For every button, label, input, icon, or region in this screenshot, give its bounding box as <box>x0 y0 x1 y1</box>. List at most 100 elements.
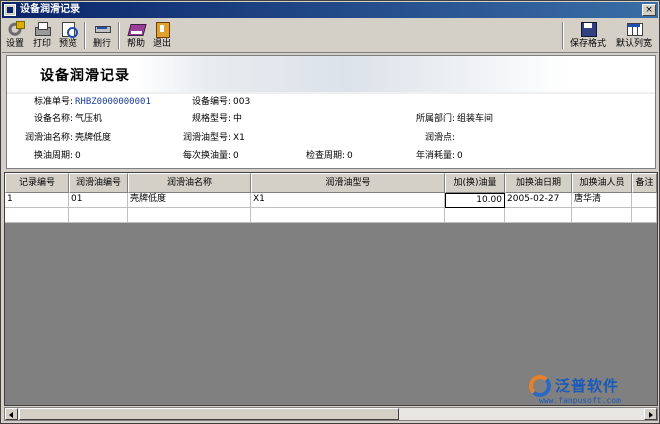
save-format-icon <box>580 21 597 37</box>
preview-icon <box>60 21 78 38</box>
grid-header-row: 记录编号 润滑油编号 润滑油名称 润滑油型号 加(换)油量 加换油日期 加换油人… <box>5 173 657 193</box>
equip-no-field: 设备编号: 003 <box>175 96 250 108</box>
equip-no-label: 设备编号: <box>191 97 231 107</box>
scroll-left-arrow-icon[interactable] <box>5 408 18 420</box>
spec-value: 中 <box>233 114 243 124</box>
logo-name: 泛普软件 <box>555 377 620 395</box>
save-format-button[interactable]: 保存格式 <box>566 20 610 51</box>
default-width-button[interactable]: 默认列宽 <box>612 20 656 51</box>
save-format-label: 保存格式 <box>569 39 606 49</box>
check-cycle-value: 0 <box>347 151 353 161</box>
col-header-change-date[interactable]: 加换油日期 <box>505 173 572 193</box>
cell-operator[interactable]: 唐华清 <box>572 193 632 208</box>
help-book-icon <box>128 21 144 36</box>
scroll-right-arrow-icon[interactable] <box>644 408 657 420</box>
settings-button[interactable]: 设置 <box>4 20 26 51</box>
cell-change-date[interactable] <box>505 208 572 223</box>
logo-url: www.fanpusoft.com <box>539 396 621 405</box>
dept-value: 组装车间 <box>457 114 494 124</box>
table-row[interactable]: 1 01 壳牌低度 X1 10.00 2005-02-27 唐华清 <box>5 193 657 208</box>
annual-field: 年消耗量: 0 <box>405 150 463 162</box>
cell-oil-no[interactable] <box>69 208 128 223</box>
scroll-thumb[interactable] <box>19 408 399 420</box>
cell-oil-name[interactable]: 壳牌低度 <box>128 193 251 208</box>
window-title: 设备润滑记录 <box>20 4 80 15</box>
record-header-panel: 设备润滑记录 标准单号: RHBZ0000000001 设备编号: 003 设备名称… <box>6 55 656 169</box>
detail-grid[interactable]: 记录编号 润滑油编号 润滑油名称 润滑油型号 加(换)油量 加换油日期 加换油人… <box>4 172 658 406</box>
help-button[interactable]: 帮助 <box>124 20 148 51</box>
exit-door-icon <box>154 21 170 38</box>
equip-name-label: 设备名称: <box>33 114 73 124</box>
table-row[interactable] <box>5 208 657 223</box>
col-header-operator[interactable]: 加换油人员 <box>572 173 632 193</box>
cell-oil-qty[interactable]: 10.00 <box>445 193 505 208</box>
each-qty-field: 每次换油量: 0 <box>169 150 239 162</box>
cycle-field: 换油周期: 0 <box>17 150 81 162</box>
oil-name-value: 壳牌低度 <box>75 133 112 143</box>
cell-oil-qty[interactable] <box>445 208 505 223</box>
spec-label: 规格型号: <box>191 114 231 124</box>
std-no-field: 标准单号: RHBZ0000000001 <box>17 96 151 108</box>
lube-point-label: 润滑点: <box>424 133 455 143</box>
settings-icon <box>7 21 25 36</box>
cell-change-date[interactable]: 2005-02-27 <box>505 193 572 208</box>
equip-name-field: 设备名称: 气压机 <box>17 113 102 125</box>
oil-model-label: 润滑油型号: <box>182 133 231 143</box>
print-button[interactable]: 打印 <box>30 20 54 51</box>
cell-remark[interactable] <box>632 193 657 208</box>
default-width-label: 默认列宽 <box>615 39 652 49</box>
title-bar[interactable]: 设备润滑记录 × <box>2 2 658 18</box>
cell-oil-model[interactable]: X1 <box>251 193 445 208</box>
delete-row-label: 删行 <box>92 39 111 49</box>
form-title: 设备润滑记录 <box>40 68 130 84</box>
logo-swirl-icon <box>529 375 551 397</box>
preview-label: 预览 <box>58 39 77 49</box>
lube-point-field: 润滑点: <box>415 132 457 144</box>
exit-label: 退出 <box>152 39 171 49</box>
cell-oil-no[interactable]: 01 <box>69 193 128 208</box>
close-button[interactable]: × <box>642 4 656 16</box>
preview-button[interactable]: 预览 <box>56 20 80 51</box>
exit-button[interactable]: 退出 <box>150 20 174 51</box>
col-header-remark[interactable]: 备注 <box>632 173 657 193</box>
col-header-oil-model[interactable]: 润滑油型号 <box>251 173 445 193</box>
toolbar-separator <box>84 22 86 49</box>
cell-remark[interactable] <box>632 208 657 223</box>
cell-oil-model[interactable] <box>251 208 445 223</box>
settings-label: 设置 <box>5 39 24 49</box>
help-label: 帮助 <box>126 39 145 49</box>
check-cycle-field: 检查周期: 0 <box>295 150 353 162</box>
col-header-oil-no[interactable]: 润滑油编号 <box>69 173 128 193</box>
toolbar: 设置 打印 预览 删行 帮助 退出 保存格式 默认列宽 <box>2 19 658 53</box>
app-window: 设备润滑记录 × 设置 打印 预览 删行 帮助 退出 保存格式 默认列宽 设备润… <box>0 0 660 424</box>
app-icon <box>4 4 16 16</box>
print-label: 打印 <box>32 39 51 49</box>
toolbar-separator <box>118 22 120 49</box>
delete-row-button[interactable]: 删行 <box>90 20 114 51</box>
equip-name-value: 气压机 <box>75 114 103 124</box>
each-qty-value: 0 <box>233 151 239 161</box>
spec-field: 规格型号: 中 <box>175 113 242 125</box>
cycle-value: 0 <box>75 151 81 161</box>
cell-operator[interactable] <box>572 208 632 223</box>
oil-model-field: 润滑油型号: X1 <box>169 132 245 144</box>
printer-icon <box>34 21 51 36</box>
delete-row-icon <box>94 21 111 36</box>
col-header-oil-qty[interactable]: 加(换)油量 <box>445 173 505 193</box>
col-header-oil-name[interactable]: 润滑油名称 <box>128 173 251 193</box>
oil-name-label: 润滑油名称: <box>24 133 73 143</box>
oil-model-value: X1 <box>233 133 245 143</box>
cell-record-no[interactable] <box>5 208 69 223</box>
cell-record-no[interactable]: 1 <box>5 193 69 208</box>
title-banner: 设备润滑记录 <box>7 56 655 94</box>
annual-value: 0 <box>457 151 463 161</box>
std-no-label: 标准单号: <box>33 97 73 107</box>
horizontal-scrollbar[interactable] <box>4 407 658 421</box>
each-qty-label: 每次换油量: <box>182 151 231 161</box>
annual-label: 年消耗量: <box>415 151 455 161</box>
std-no-value: RHBZ0000000001 <box>75 97 151 107</box>
col-header-record-no[interactable]: 记录编号 <box>5 173 69 193</box>
fanpu-logo: 泛普软件 www.fanpusoft.com <box>529 374 654 406</box>
check-cycle-label: 检查周期: <box>305 151 345 161</box>
cell-oil-name[interactable] <box>128 208 251 223</box>
